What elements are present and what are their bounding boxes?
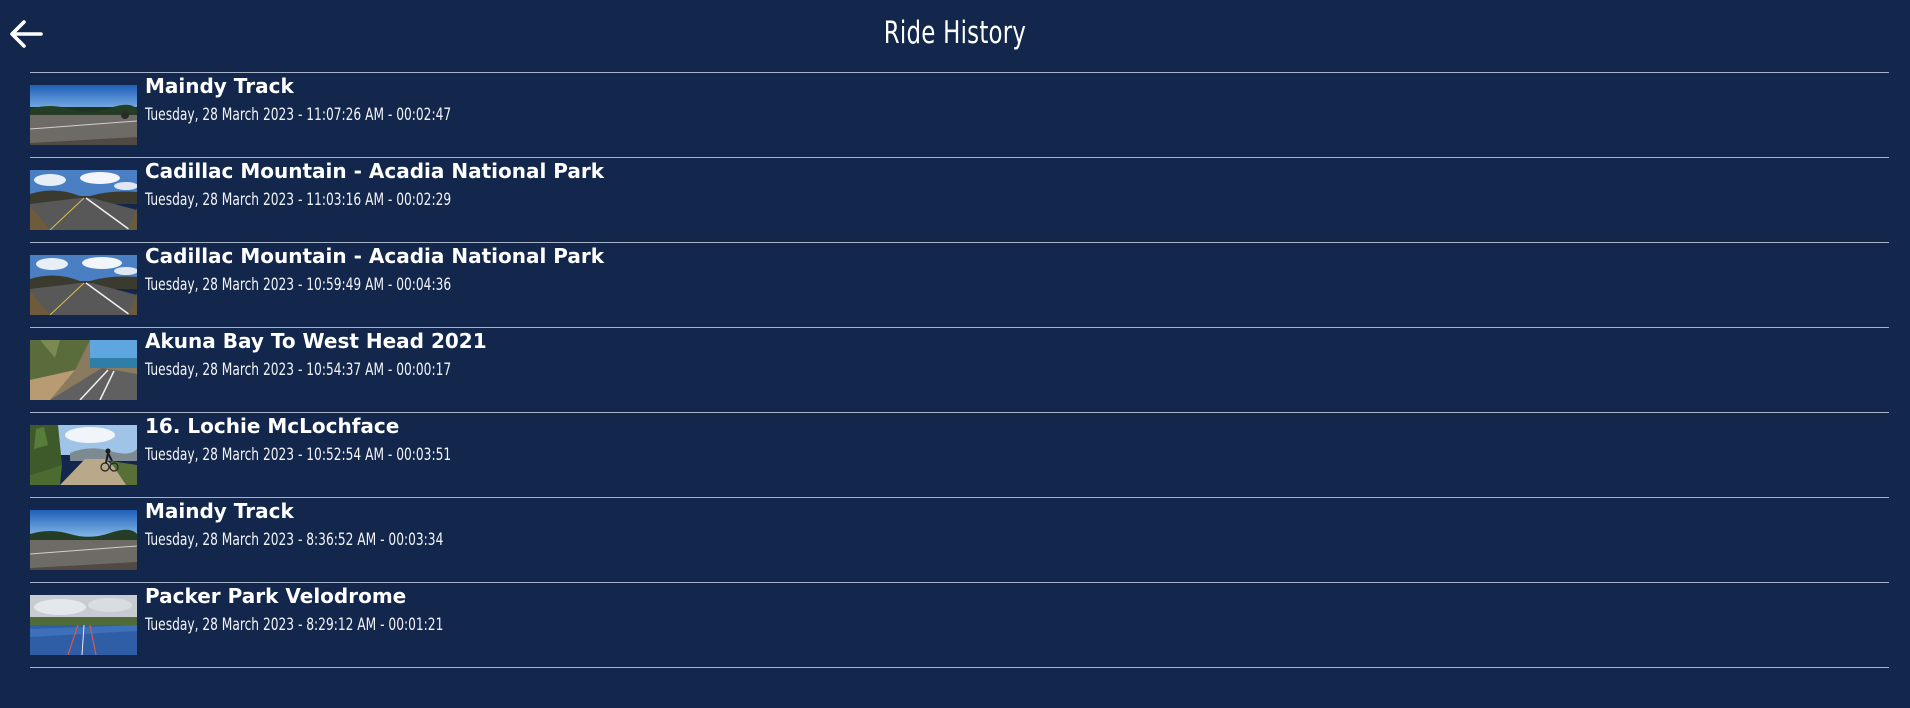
ride-name: Cadillac Mountain - Acadia National Park [145, 159, 605, 183]
ride-list[interactable]: Maindy Track Tuesday, 28 March 2023 - 11… [30, 72, 1889, 708]
ride-thumbnail [30, 85, 137, 145]
ride-list-item[interactable]: 16. Lochie McLochface Tuesday, 28 March … [30, 412, 1889, 497]
ride-datetime-duration: Tuesday, 28 March 2023 - 10:52:54 AM - 0… [145, 445, 452, 465]
ride-list-item[interactable]: Cadillac Mountain - Acadia National Park… [30, 242, 1889, 327]
ride-name: Maindy Track [145, 74, 294, 98]
ride-name: Packer Park Velodrome [145, 584, 407, 608]
ride-name: Akuna Bay To West Head 2021 [145, 329, 487, 353]
back-button[interactable] [6, 14, 46, 54]
ride-datetime-duration: Tuesday, 28 March 2023 - 11:07:26 AM - 0… [145, 105, 452, 125]
ride-datetime-duration: Tuesday, 28 March 2023 - 10:59:49 AM - 0… [145, 275, 452, 295]
ride-thumbnail [30, 425, 137, 485]
ride-list-item-partial[interactable] [30, 667, 1889, 708]
ride-datetime-duration: Tuesday, 28 March 2023 - 10:54:37 AM - 0… [145, 360, 452, 380]
header: Ride History [0, 0, 1910, 70]
ride-thumbnail [30, 170, 137, 230]
ride-datetime-duration: Tuesday, 28 March 2023 - 11:03:16 AM - 0… [145, 190, 452, 210]
ride-name: 16. Lochie McLochface [145, 414, 400, 438]
ride-datetime-duration: Tuesday, 28 March 2023 - 8:36:52 AM - 00… [145, 530, 444, 550]
ride-name: Cadillac Mountain - Acadia National Park [145, 244, 605, 268]
ride-name: Maindy Track [145, 499, 294, 523]
arrow-left-icon [10, 20, 43, 48]
ride-list-item[interactable]: Packer Park Velodrome Tuesday, 28 March … [30, 582, 1889, 667]
ride-thumbnail [30, 255, 137, 315]
ride-thumbnail [30, 510, 137, 570]
ride-list-item[interactable]: Maindy Track Tuesday, 28 March 2023 - 11… [30, 72, 1889, 157]
ride-thumbnail [30, 595, 137, 655]
ride-list-item[interactable]: Cadillac Mountain - Acadia National Park… [30, 157, 1889, 242]
ride-datetime-duration: Tuesday, 28 March 2023 - 8:29:12 AM - 00… [145, 615, 444, 635]
ride-list-item[interactable]: Akuna Bay To West Head 2021 Tuesday, 28 … [30, 327, 1889, 412]
ride-thumbnail [30, 340, 137, 400]
page-title: Ride History [883, 15, 1027, 51]
ride-list-item[interactable]: Maindy Track Tuesday, 28 March 2023 - 8:… [30, 497, 1889, 582]
